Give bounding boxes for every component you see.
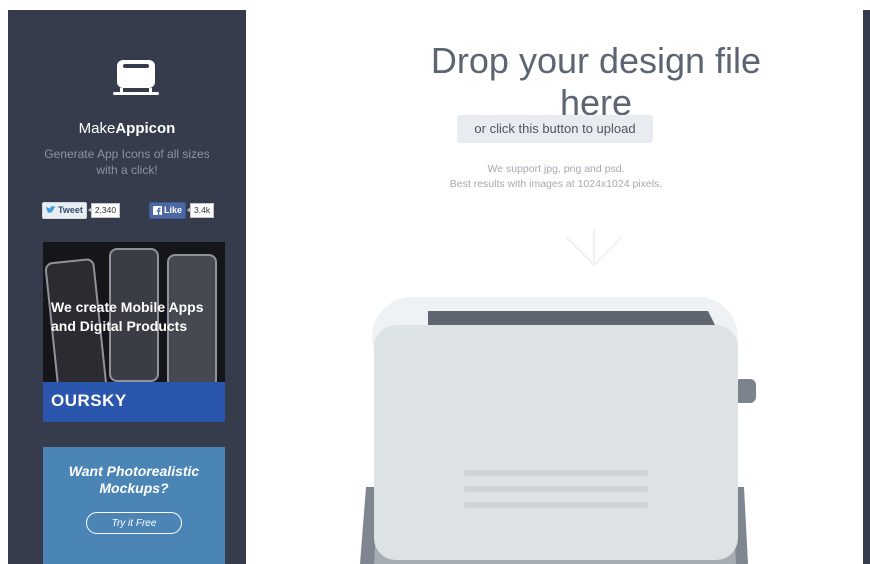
- oursky-ad-bar: OURSKY: [43, 382, 225, 422]
- toaster-vent: [464, 502, 648, 508]
- oursky-ad[interactable]: We create Mobile Apps and Digital Produc…: [43, 242, 225, 422]
- brand-bold: Appicon: [115, 120, 176, 137]
- tweet-count: 2,340: [87, 202, 121, 218]
- right-edge-panel: [863, 10, 870, 564]
- like-count: 3.4k: [187, 202, 215, 218]
- like-widget: Like 3.4k: [149, 201, 215, 219]
- headline-text: Drop your design file here: [430, 40, 762, 123]
- oursky-logo: OURSKY: [51, 391, 127, 410]
- toaster-vent: [464, 470, 648, 476]
- facebook-icon: [153, 205, 162, 215]
- toaster-body: [374, 325, 738, 560]
- drop-zone-toaster-illustration[interactable]: [350, 225, 770, 564]
- like-label: Like: [164, 205, 183, 215]
- toaster-vent: [464, 486, 648, 492]
- brand-prefix: Make: [78, 120, 116, 137]
- mockups-ad-headline: Want Photorealistic Mockups?: [68, 463, 200, 496]
- try-it-free-button[interactable]: Try it Free: [86, 512, 182, 534]
- support-formats: We support jpg, png and psd.: [487, 163, 625, 175]
- mockups-ad[interactable]: Want Photorealistic Mockups? Try it Free: [43, 447, 225, 564]
- oursky-ad-headline: We create Mobile Apps and Digital Produc…: [51, 299, 204, 334]
- support-resolution: Best results with images at 1024x1024 pi…: [449, 178, 663, 190]
- app-name: MakeAppicon: [8, 120, 246, 137]
- arrow-down-icon: [565, 229, 623, 267]
- toaster-logo-icon: [113, 60, 159, 95]
- tweet-widget: Tweet 2,340: [42, 201, 121, 219]
- sidebar: MakeAppicon Generate App Icons of all si…: [8, 10, 246, 564]
- tweet-button[interactable]: Tweet: [42, 201, 87, 219]
- support-info: We support jpg, png and psd. Best result…: [396, 162, 716, 192]
- twitter-bird-icon: [46, 206, 56, 213]
- like-button[interactable]: Like: [149, 201, 187, 219]
- drop-zone-title: Drop your design file here: [396, 40, 796, 124]
- tweet-label: Tweet: [58, 205, 83, 215]
- upload-button[interactable]: or click this button to upload: [457, 115, 653, 143]
- tagline: Generate App Icons of all sizes with a c…: [44, 147, 210, 177]
